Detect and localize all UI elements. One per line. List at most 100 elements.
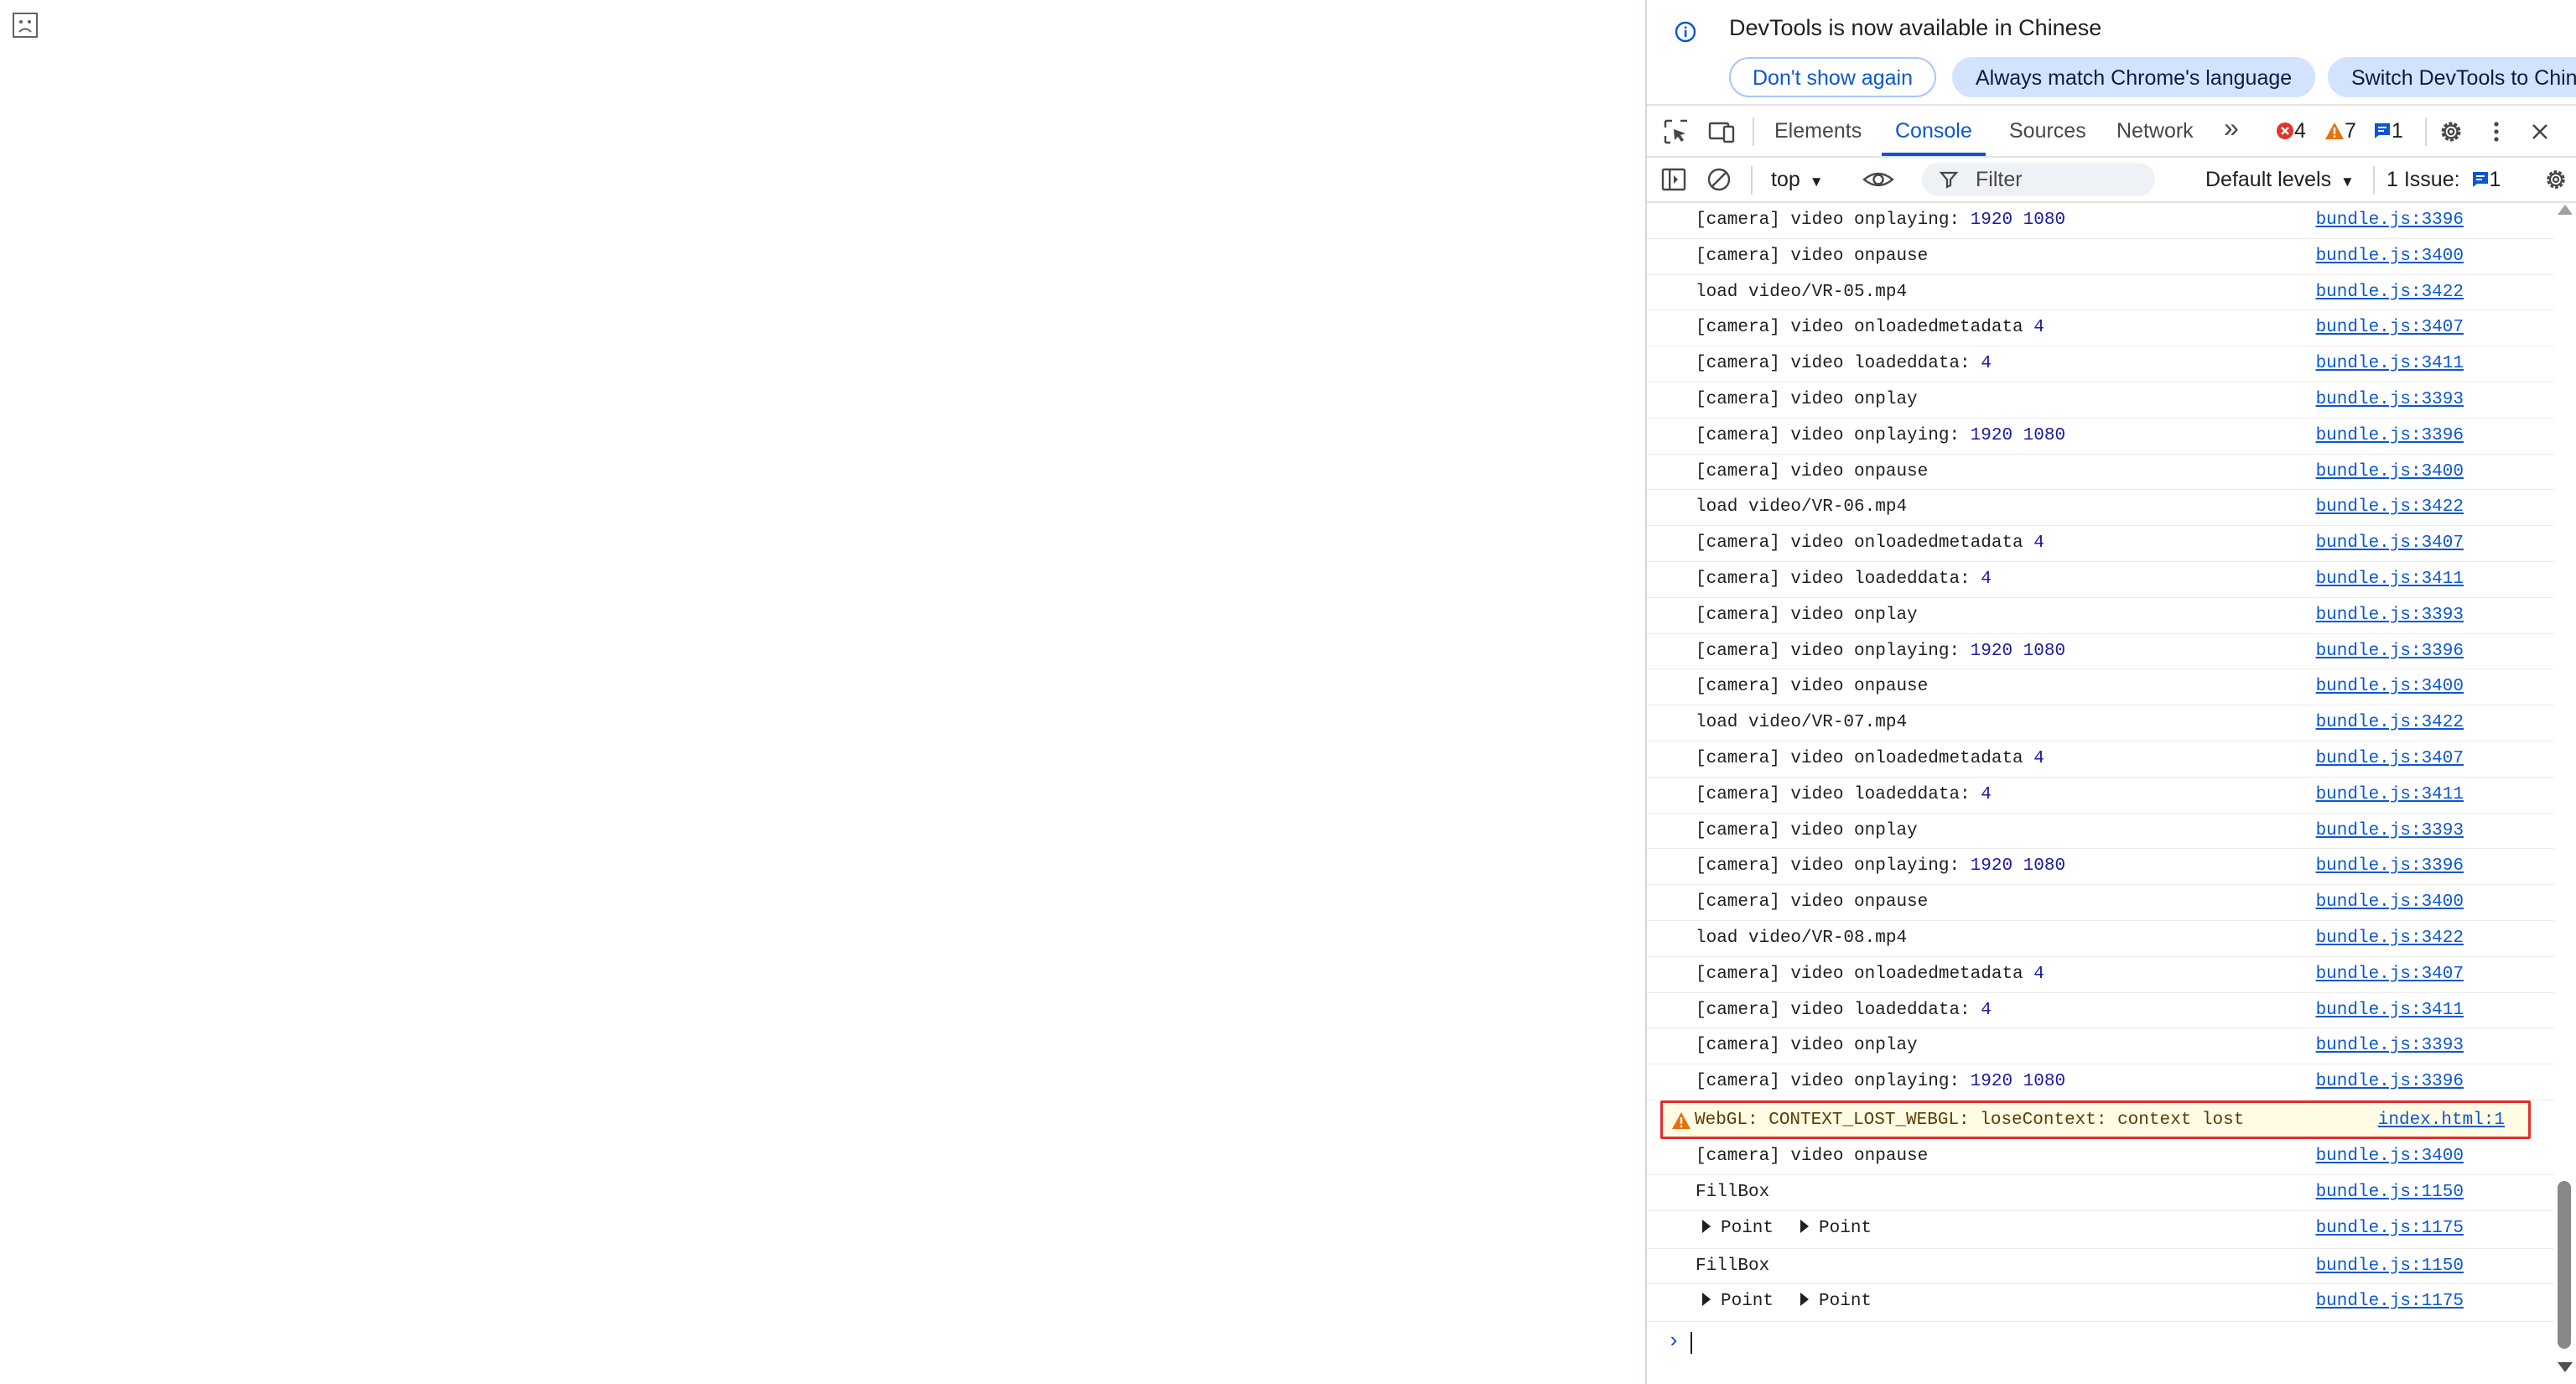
log-message: [camera] video onloadedmetadata 4 bbox=[1696, 533, 2044, 553]
source-link[interactable]: bundle.js:3396 bbox=[2316, 642, 2464, 661]
clear-console-icon[interactable] bbox=[1706, 166, 1732, 193]
log-entry: [camera] video onplaying: 1920 1080 bundl… bbox=[1647, 203, 2554, 239]
warning-counter[interactable]: 7 bbox=[2324, 119, 2356, 143]
log-text: [camera] video onplay bbox=[1696, 820, 1918, 840]
source-link[interactable]: bundle.js:3407 bbox=[2316, 749, 2464, 768]
source-link[interactable]: bundle.js:3407 bbox=[2316, 318, 2464, 337]
expandable-object[interactable]: Point bbox=[1800, 1219, 1872, 1238]
log-text: [camera] video loadeddata: bbox=[1696, 1000, 1981, 1020]
source-link[interactable]: bundle.js:3393 bbox=[2316, 606, 2464, 625]
tab-elements[interactable]: Elements bbox=[1774, 119, 1862, 143]
expandable-object[interactable]: Point bbox=[1800, 1292, 1872, 1311]
scroll-up-arrow[interactable] bbox=[2558, 205, 2573, 215]
log-message: [camera] video onplaying: 1920 1080 bbox=[1696, 856, 2065, 876]
object-entry: Point Point bundle.js:1175 bbox=[1647, 1211, 2554, 1249]
info-icon bbox=[1675, 21, 1696, 43]
source-link[interactable]: bundle.js:3411 bbox=[2316, 570, 2464, 589]
expand-arrow-icon bbox=[1800, 1219, 1810, 1233]
source-link[interactable]: bundle.js:3407 bbox=[2316, 965, 2464, 984]
tab-sources[interactable]: Sources bbox=[2009, 119, 2086, 143]
error-counter[interactable]: 4 bbox=[2276, 119, 2306, 143]
object-label: Point bbox=[1819, 1218, 1872, 1238]
issues-button[interactable]: 1 Issue: 1 bbox=[2386, 168, 2501, 192]
log-entry: [camera] video loadeddata: 4 bundle.js:34… bbox=[1647, 562, 2554, 598]
log-text: FillBox bbox=[1696, 1182, 1770, 1202]
log-message: [camera] video onplay bbox=[1696, 390, 1918, 409]
log-message: [camera] video onpause bbox=[1696, 1147, 1928, 1166]
log-message: Point Point bbox=[1702, 1292, 1872, 1311]
log-levels-dropdown[interactable]: Default levels ▼ bbox=[2205, 168, 2355, 192]
scroll-down-arrow[interactable] bbox=[2558, 1362, 2573, 1372]
source-link[interactable]: bundle.js:1175 bbox=[2316, 1292, 2464, 1311]
source-link[interactable]: bundle.js:3422 bbox=[2316, 497, 2464, 517]
close-icon[interactable] bbox=[2526, 117, 2554, 146]
log-message: Point Point bbox=[1702, 1219, 1872, 1238]
context-selector[interactable]: top ▼ bbox=[1771, 168, 1824, 192]
source-link[interactable]: bundle.js:3422 bbox=[2316, 713, 2464, 732]
inspect-element-icon[interactable] bbox=[1662, 117, 1690, 146]
log-entry: load video/VR-05.mp4 bundle.js:3422 bbox=[1647, 275, 2554, 311]
filter-icon bbox=[1939, 171, 1959, 189]
expand-arrow-icon bbox=[1702, 1219, 1711, 1233]
source-link[interactable]: bundle.js:3407 bbox=[2316, 533, 2464, 553]
sidebar-toggle-icon[interactable] bbox=[1660, 166, 1687, 193]
log-number: 4 bbox=[1981, 1000, 1992, 1020]
source-link[interactable]: bundle.js:3422 bbox=[2316, 283, 2464, 302]
switch-language-button[interactable]: Switch DevTools to Chinese bbox=[2328, 57, 2576, 97]
log-text: [camera] video onpause bbox=[1696, 1146, 1929, 1166]
tab-network[interactable]: Network bbox=[2116, 119, 2194, 143]
log-text: [camera] video loadeddata: bbox=[1696, 354, 1981, 374]
source-link[interactable]: bundle.js:3400 bbox=[2316, 247, 2464, 266]
dont-show-again-button[interactable]: Don't show again bbox=[1729, 57, 1937, 97]
kebab-menu-icon[interactable] bbox=[2482, 117, 2511, 146]
source-link[interactable]: bundle.js:3411 bbox=[2316, 785, 2464, 804]
log-entry: [camera] video onloadedmetadata 4 bundle.… bbox=[1647, 957, 2554, 993]
expandable-object[interactable]: Point bbox=[1702, 1292, 1774, 1311]
source-link[interactable]: bundle.js:3393 bbox=[2316, 390, 2464, 409]
tab-console[interactable]: Console bbox=[1895, 119, 1972, 143]
source-link[interactable]: bundle.js:3400 bbox=[2316, 677, 2464, 696]
console-log: [camera] video onplaying: 1920 1080 bundl… bbox=[1647, 203, 2554, 1364]
log-text: load video/VR-06.mp4 bbox=[1696, 497, 1908, 518]
source-link[interactable]: bundle.js:3393 bbox=[2316, 1036, 2464, 1055]
log-number: 4 bbox=[2033, 748, 2044, 768]
log-message: [camera] video onplaying: 1920 1080 bbox=[1696, 642, 2065, 661]
source-link[interactable]: bundle.js:3400 bbox=[2316, 892, 2464, 912]
device-toolbar-icon[interactable] bbox=[1707, 117, 1736, 146]
expandable-object[interactable]: Point bbox=[1702, 1219, 1774, 1238]
settings-icon[interactable] bbox=[2437, 117, 2465, 146]
message-counter[interactable]: 1 bbox=[2373, 119, 2403, 143]
source-link[interactable]: bundle.js:3411 bbox=[2316, 354, 2464, 373]
source-link[interactable]: bundle.js:3396 bbox=[2316, 856, 2464, 876]
message-icon bbox=[2375, 123, 2390, 138]
object-label: Point bbox=[1819, 1292, 1872, 1312]
source-link[interactable]: bundle.js:3400 bbox=[2316, 462, 2464, 481]
scrollbar-thumb[interactable] bbox=[2558, 1181, 2571, 1349]
source-link[interactable]: bundle.js:3396 bbox=[2316, 1072, 2464, 1091]
log-message: load video/VR-05.mp4 bbox=[1696, 283, 1907, 302]
more-tabs-icon[interactable]: » bbox=[2224, 112, 2239, 143]
match-language-button[interactable]: Always match Chrome's language bbox=[1952, 57, 2316, 97]
log-message: [camera] video loadeddata: 4 bbox=[1696, 1001, 1992, 1020]
source-link[interactable]: bundle.js:3400 bbox=[2316, 1147, 2464, 1166]
source-link[interactable]: bundle.js:1175 bbox=[2316, 1219, 2464, 1238]
source-link[interactable]: bundle.js:3422 bbox=[2316, 929, 2464, 948]
source-link[interactable]: bundle.js:1150 bbox=[2316, 1183, 2464, 1202]
log-number: 4 bbox=[1981, 784, 1992, 804]
source-link[interactable]: bundle.js:3411 bbox=[2316, 1001, 2464, 1020]
log-text: [camera] video onplaying: bbox=[1696, 856, 1971, 877]
source-link[interactable]: index.html:1 bbox=[2378, 1111, 2505, 1130]
source-link[interactable]: bundle.js:1150 bbox=[2316, 1257, 2464, 1276]
source-link[interactable]: bundle.js:3396 bbox=[2316, 211, 2464, 230]
eye-icon[interactable] bbox=[1862, 166, 1895, 193]
inspected-page bbox=[0, 0, 1645, 1384]
log-entry: [camera] video onpause bundle.js:3400 bbox=[1647, 455, 2554, 491]
log-text: [camera] video onloadedmetadata bbox=[1696, 318, 2034, 338]
source-link[interactable]: bundle.js:3393 bbox=[2316, 821, 2464, 840]
source-link[interactable]: bundle.js:3396 bbox=[2316, 426, 2464, 445]
filter-input[interactable]: Filter bbox=[1922, 163, 2155, 196]
settings-icon[interactable] bbox=[2542, 166, 2569, 193]
toolbar-divider bbox=[1753, 117, 1754, 146]
console-prompt[interactable]: › bbox=[1647, 1322, 2554, 1364]
log-entry: [camera] video onpause bundle.js:3400 bbox=[1647, 669, 2554, 706]
